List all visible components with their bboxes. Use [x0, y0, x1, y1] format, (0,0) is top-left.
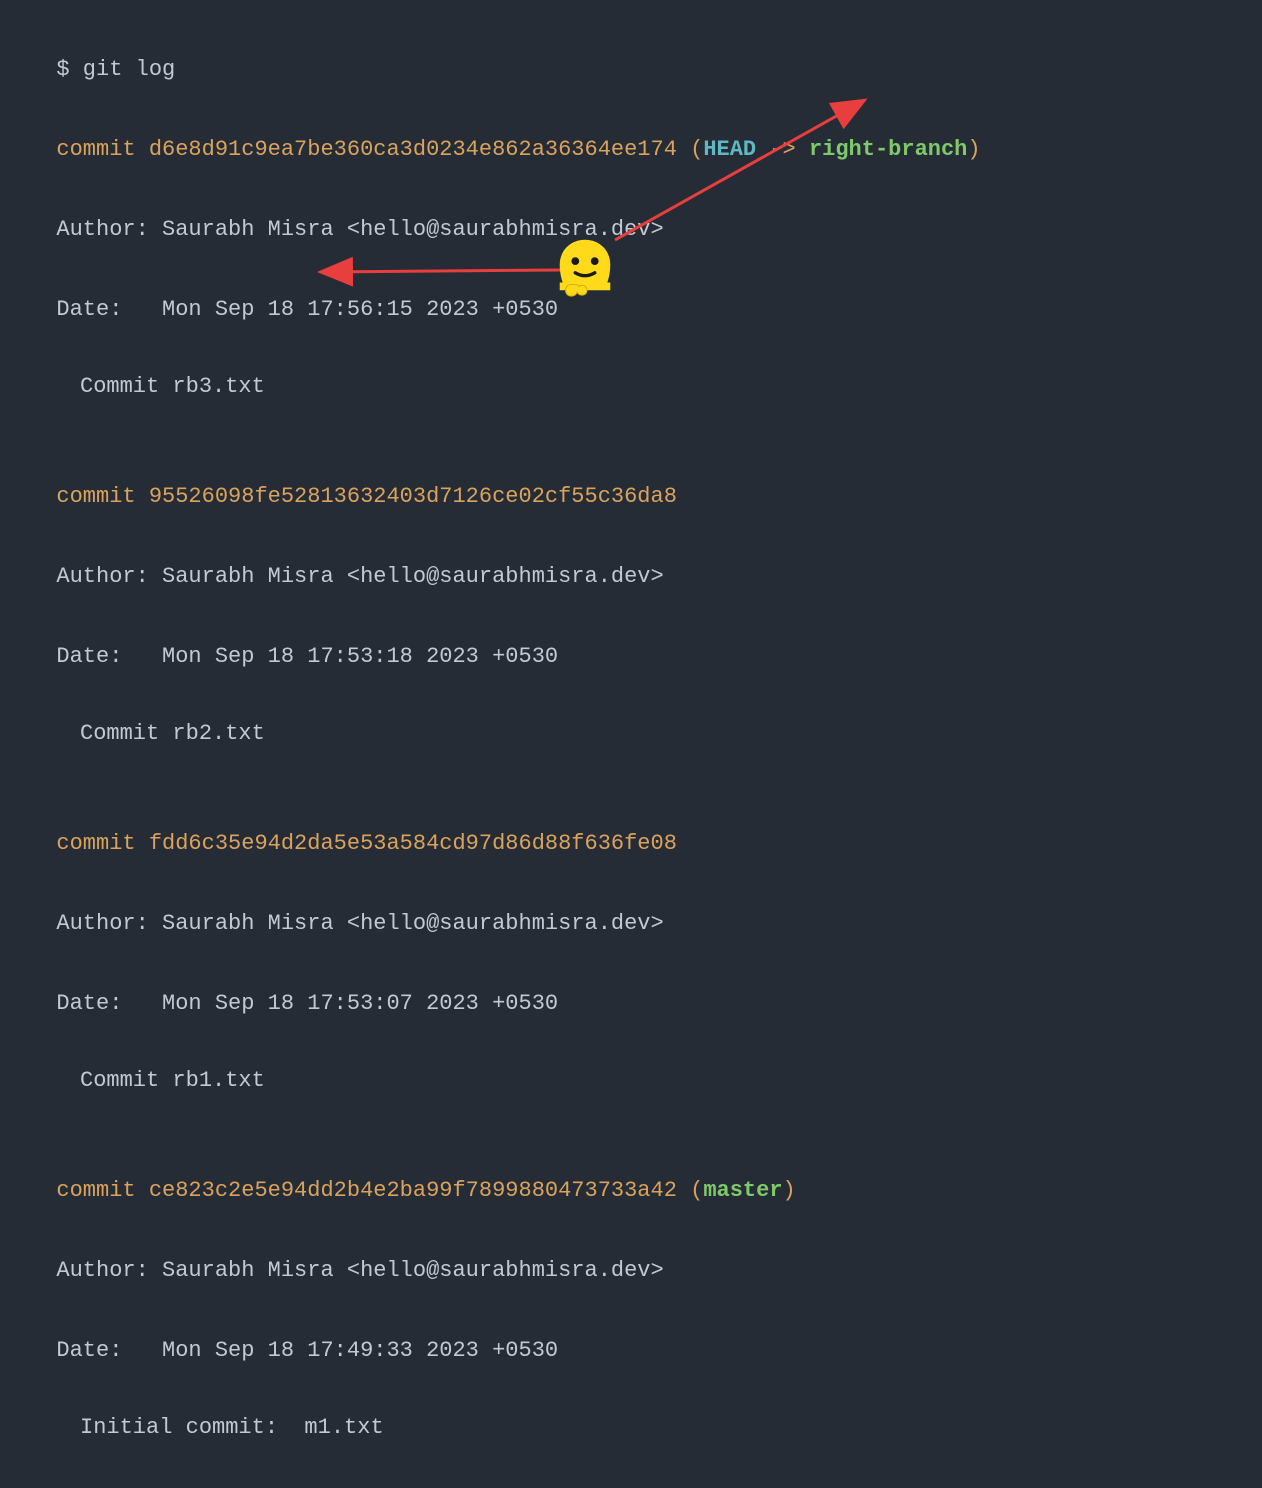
commit-label: commit [56, 137, 148, 162]
author-line: Author: Saurabh Misra <hello@saurabhmisr… [30, 874, 1232, 940]
date-value: Mon Sep 18 17:56:15 2023 +0530 [162, 297, 558, 322]
terminal-prompt: $ git log [30, 20, 1232, 86]
ref-open-paren: ( [677, 137, 703, 162]
date-label: Date: [56, 1338, 162, 1363]
date-value: Mon Sep 18 17:53:18 2023 +0530 [162, 644, 558, 669]
commit-label: commit [56, 831, 148, 856]
commit-hash: 95526098fe52813632403d7126ce02cf55c36da8 [149, 484, 677, 509]
commit-label: commit [56, 1178, 148, 1203]
author-line: Author: Saurabh Misra <hello@saurabhmisr… [30, 180, 1232, 246]
blank-line [30, 764, 1232, 794]
commit-message: Commit rb3.txt [30, 370, 1232, 403]
author-label: Author: [56, 911, 162, 936]
ref-arrow: -> [756, 137, 809, 162]
author-line: Author: Saurabh Misra <hello@saurabhmisr… [30, 1221, 1232, 1287]
author-value: Saurabh Misra <hello@saurabhmisra.dev> [162, 911, 664, 936]
blank-line [30, 1034, 1232, 1064]
blank-line [30, 1458, 1232, 1488]
head-ref: HEAD [703, 137, 756, 162]
ref-close-paren: ) [783, 1178, 796, 1203]
commit-line: commit 95526098fe52813632403d7126ce02cf5… [30, 447, 1232, 513]
branch-name: master [703, 1178, 782, 1203]
date-line: Date: Mon Sep 18 17:56:15 2023 +0530 [30, 260, 1232, 326]
date-label: Date: [56, 991, 162, 1016]
blank-line [30, 1111, 1232, 1141]
date-value: Mon Sep 18 17:49:33 2023 +0530 [162, 1338, 558, 1363]
blank-line [30, 687, 1232, 717]
date-value: Mon Sep 18 17:53:07 2023 +0530 [162, 991, 558, 1016]
date-line: Date: Mon Sep 18 17:53:18 2023 +0530 [30, 607, 1232, 673]
commit-message: Commit rb1.txt [30, 1064, 1232, 1097]
commit-message: Initial commit: m1.txt [30, 1411, 1232, 1444]
blank-line [30, 1381, 1232, 1411]
author-label: Author: [56, 564, 162, 589]
date-label: Date: [56, 297, 162, 322]
commit-label: commit [56, 484, 148, 509]
commit-line: commit ce823c2e5e94dd2b4e2ba99f789988047… [30, 1141, 1232, 1207]
ref-open-paren: ( [677, 1178, 703, 1203]
blank-line [30, 340, 1232, 370]
date-label: Date: [56, 644, 162, 669]
commit-hash: fdd6c35e94d2da5e53a584cd97d86d88f636fe08 [149, 831, 677, 856]
blank-line [30, 417, 1232, 447]
ref-close-paren: ) [967, 137, 980, 162]
author-label: Author: [56, 1258, 162, 1283]
commit-line: commit fdd6c35e94d2da5e53a584cd97d86d88f… [30, 794, 1232, 860]
author-line: Author: Saurabh Misra <hello@saurabhmisr… [30, 527, 1232, 593]
author-value: Saurabh Misra <hello@saurabhmisra.dev> [162, 564, 664, 589]
commit-line: commit d6e8d91c9ea7be360ca3d0234e862a363… [30, 100, 1232, 166]
date-line: Date: Mon Sep 18 17:49:33 2023 +0530 [30, 1301, 1232, 1367]
author-value: Saurabh Misra <hello@saurabhmisra.dev> [162, 217, 664, 242]
author-value: Saurabh Misra <hello@saurabhmisra.dev> [162, 1258, 664, 1283]
commit-hash: d6e8d91c9ea7be360ca3d0234e862a36364ee174 [149, 137, 677, 162]
commit-hash: ce823c2e5e94dd2b4e2ba99f7899880473733a42 [149, 1178, 677, 1203]
author-label: Author: [56, 217, 162, 242]
commit-message: Commit rb2.txt [30, 717, 1232, 750]
prompt-text: $ git log [56, 57, 175, 82]
date-line: Date: Mon Sep 18 17:53:07 2023 +0530 [30, 954, 1232, 1020]
branch-name: right-branch [809, 137, 967, 162]
